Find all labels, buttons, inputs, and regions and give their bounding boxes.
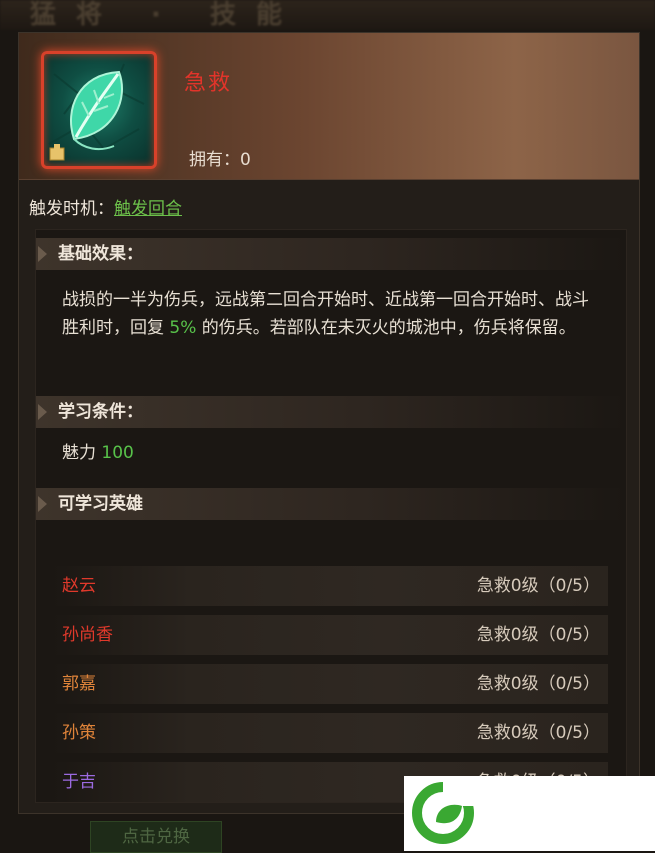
effect-percent: 5% — [169, 318, 197, 338]
learn-condition: 魅力 100 — [62, 438, 134, 463]
hero-name: 于吉 — [62, 772, 96, 792]
effect-description: 战损的一半为伤兵，远战第二回合开始时、近战第一回合开始时、战斗胜利时，回复 5%… — [62, 286, 602, 342]
hero-row[interactable]: 郭嘉 急救0级（0/5） — [52, 664, 608, 704]
effect-text-2: 的伤兵。若部队在未灭火的城池中，伤兵将保留。 — [196, 318, 576, 338]
watermark-logo — [404, 776, 655, 851]
condition-label: 魅力 — [62, 443, 102, 463]
hero-skill-level: 急救0级（0/5） — [476, 723, 600, 743]
blurred-title-strip: 猛将 · 技能 — [0, 0, 655, 30]
condition-value: 100 — [101, 443, 134, 463]
skill-name: 急救 — [184, 71, 233, 96]
hero-row[interactable]: 孙尚香 急救0级（0/5） — [52, 615, 608, 655]
hero-skill-level: 急救0级（0/5） — [476, 674, 600, 694]
hero-name: 郭嘉 — [62, 674, 96, 694]
trigger-link[interactable]: 触发回合 — [114, 199, 182, 219]
hero-skill-level: 急救0级（0/5） — [476, 576, 600, 596]
skill-header: 急救 拥有：0 — [19, 33, 639, 180]
hero-row[interactable]: 赵云 急救0级（0/5） — [52, 566, 608, 606]
owned-count: 拥有：0 — [189, 145, 251, 170]
hero-name: 赵云 — [62, 576, 96, 596]
trigger-label: 触发时机： — [29, 199, 114, 219]
section-basic-effect: 基础效果： — [36, 238, 626, 270]
owned-label: 拥有： — [189, 150, 240, 170]
section-learnable-heroes: 可学习英雄 — [36, 488, 626, 520]
hero-name: 孙策 — [62, 723, 96, 743]
trigger-timing: 触发时机：触发回合 — [29, 194, 182, 219]
hero-name: 孙尚香 — [62, 625, 113, 645]
hero-row[interactable]: 孙策 急救0级（0/5） — [52, 713, 608, 753]
skill-icon-frame[interactable] — [41, 51, 157, 169]
redeem-button[interactable]: 点击兑换 — [90, 821, 222, 853]
logo-icon — [412, 782, 474, 844]
skill-detail-panel: 急救 拥有：0 触发时机：触发回合 基础效果： 战损的一半为伤兵，远战第二回合开… — [18, 32, 640, 814]
section-learn-condition: 学习条件： — [36, 396, 626, 428]
green-leaf-icon — [48, 63, 145, 161]
skill-content: 基础效果： 战损的一半为伤兵，远战第二回合开始时、近战第一回合开始时、战斗胜利时… — [35, 229, 627, 803]
hero-skill-level: 急救0级（0/5） — [476, 625, 600, 645]
owned-value: 0 — [240, 150, 251, 170]
